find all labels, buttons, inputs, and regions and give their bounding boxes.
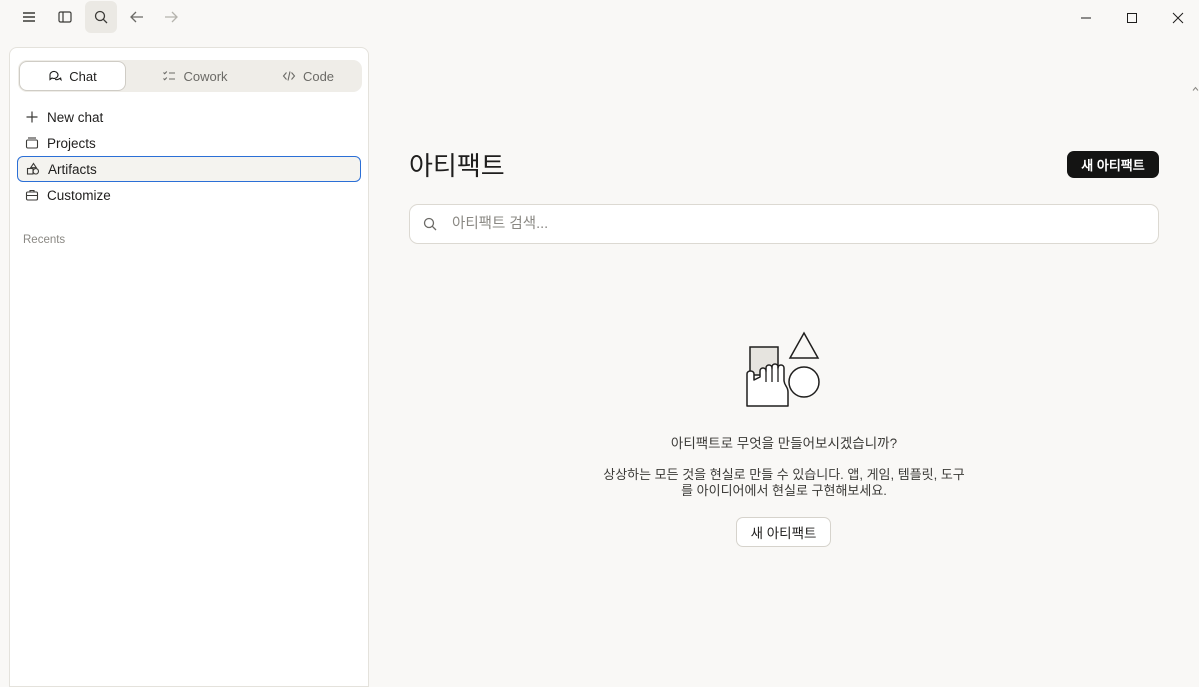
recents-heading: Recents <box>23 234 66 246</box>
chat-bubbles-icon <box>49 70 63 82</box>
artifact-search <box>409 204 1159 244</box>
maximize-button[interactable] <box>1109 0 1155 36</box>
maximize-icon <box>1127 13 1137 23</box>
code-icon <box>282 71 296 81</box>
search-button[interactable] <box>85 1 117 33</box>
back-button[interactable] <box>121 1 153 33</box>
empty-state-description: 상상하는 모든 것을 현실로 만들 수 있습니다. 앱, 게임, 템플릿, 도구… <box>584 467 984 499</box>
search-input[interactable] <box>450 215 1134 233</box>
empty-state-title: 아티팩트로 무엇을 만들어보시겠습니까? <box>670 436 898 451</box>
menu-icon <box>23 12 35 22</box>
tab-chat[interactable]: Chat <box>19 61 126 91</box>
artifacts-illustration <box>746 331 820 407</box>
tab-code-label: Code <box>302 68 335 84</box>
sidebar-toggle-icon <box>58 11 72 23</box>
sidebar-item-label: Artifacts <box>48 161 97 177</box>
empty-state-new-artifact-button[interactable]: 새 아티팩트 <box>736 517 831 547</box>
tab-chat-label: Chat <box>69 68 97 84</box>
mode-switcher: Chat Cowork Code <box>18 60 362 92</box>
back-arrow-icon <box>130 11 143 23</box>
close-button[interactable] <box>1155 0 1199 36</box>
sidebar-item-projects[interactable]: Projects <box>17 130 361 156</box>
close-icon <box>1172 12 1184 24</box>
menu-button[interactable] <box>13 1 45 33</box>
empty-state-desc-line: 상상하는 모든 것을 현실로 만들 수 있습니다. 앱, 게임, 템플릿, 도구 <box>603 467 965 482</box>
sidebar-toggle-button[interactable] <box>49 1 81 33</box>
minimize-icon <box>1081 17 1091 19</box>
plus-icon <box>17 110 47 124</box>
sidebar-item-label: Projects <box>47 135 96 151</box>
tab-cowork-label: Cowork <box>183 68 228 84</box>
sidebar-item-artifacts[interactable]: Artifacts <box>17 156 361 182</box>
briefcase-icon <box>17 188 47 202</box>
tab-code[interactable]: Code <box>258 61 358 91</box>
checklist-icon <box>163 71 176 81</box>
empty-state-desc-line: 를 아이디어에서 현실로 구현해보세요. <box>681 483 887 498</box>
forward-button[interactable] <box>155 1 187 33</box>
minimize-button[interactable] <box>1063 0 1109 36</box>
title-bar <box>0 0 1199 36</box>
sidebar-item-label: New chat <box>47 109 104 125</box>
forward-arrow-icon <box>165 11 178 23</box>
sidebar: Chat Cowork Code New chat Projects Artif… <box>9 47 369 687</box>
search-icon <box>94 10 108 24</box>
page-title: 아티팩트 <box>409 151 505 181</box>
folder-icon <box>17 136 47 150</box>
scroll-up-arrow-icon[interactable] <box>1192 85 1199 93</box>
tab-cowork[interactable]: Cowork <box>140 61 250 91</box>
sidebar-item-label: Customize <box>47 187 111 203</box>
search-icon <box>410 216 450 232</box>
sidebar-item-customize[interactable]: Customize <box>17 182 361 208</box>
new-artifact-button[interactable]: 새 아티팩트 <box>1067 151 1159 178</box>
shapes-icon <box>18 162 48 176</box>
sidebar-item-new-chat[interactable]: New chat <box>17 104 361 130</box>
